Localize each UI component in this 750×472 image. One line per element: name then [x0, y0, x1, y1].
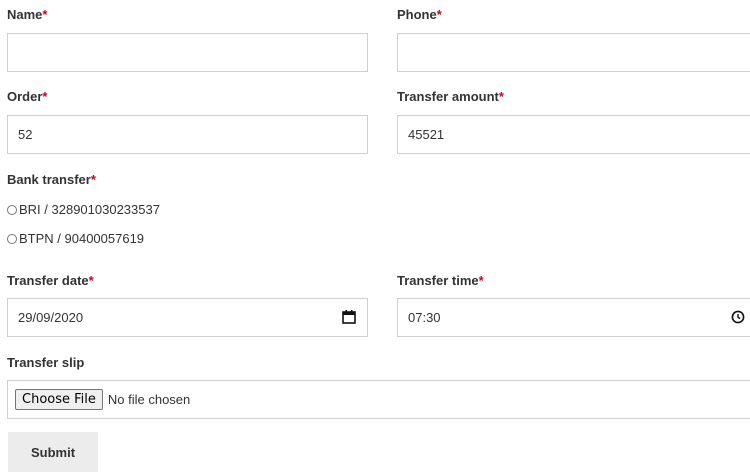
bank-option-bri[interactable]: BRI / 328901030233537: [7, 202, 160, 217]
order-label: Order*: [7, 89, 47, 104]
transfer-slip-label: Transfer slip: [7, 355, 84, 370]
submit-button[interactable]: Submit: [8, 432, 98, 472]
transfer-date-label-text: Transfer date: [7, 273, 89, 288]
required-marker: *: [436, 7, 442, 22]
file-status-text: No file chosen: [107, 392, 191, 407]
transfer-date-label: Transfer date*: [7, 273, 94, 288]
bank-option-btpn[interactable]: BTPN / 90400057619: [7, 231, 144, 246]
transfer-date-input[interactable]: 29/09/2020: [7, 298, 368, 337]
required-marker: *: [42, 7, 48, 22]
bank-transfer-label-text: Bank transfer: [7, 172, 91, 187]
order-label-text: Order: [7, 89, 43, 104]
bank-transfer-label: Bank transfer*: [7, 172, 96, 187]
phone-label: Phone*: [397, 7, 442, 22]
transfer-time-label-text: Transfer time: [397, 273, 479, 288]
required-marker: *: [88, 273, 94, 288]
transfer-time-label: Transfer time*: [397, 273, 484, 288]
radio-button[interactable]: [7, 233, 17, 244]
transfer-date-value: 29/09/2020: [18, 310, 84, 325]
transfer-slip-file-input[interactable]: Choose File No file chosen: [7, 380, 750, 419]
choose-file-button[interactable]: Choose File: [15, 389, 103, 410]
order-input[interactable]: 52: [7, 115, 368, 154]
calendar-icon[interactable]: [341, 309, 357, 325]
name-label: Name*: [7, 7, 47, 22]
transfer-slip-label-text: Transfer slip: [7, 355, 85, 370]
transfer-amount-input[interactable]: 45521: [397, 115, 750, 154]
transfer-amount-input-value: 45521: [408, 127, 445, 142]
phone-label-text: Phone: [397, 7, 437, 22]
required-marker: *: [90, 172, 96, 187]
transfer-time-input[interactable]: 07:30: [397, 298, 750, 337]
required-marker: *: [42, 89, 48, 104]
transfer-amount-label: Transfer amount*: [397, 89, 504, 104]
clock-icon[interactable]: [730, 309, 746, 325]
phone-input[interactable]: [397, 33, 750, 72]
order-input-value: 52: [18, 127, 33, 142]
name-input[interactable]: [7, 33, 368, 72]
radio-button[interactable]: [7, 204, 17, 215]
name-label-text: Name: [7, 7, 43, 22]
bank-option-label: BRI / 328901030233537: [19, 202, 160, 217]
transfer-amount-label-text: Transfer amount: [397, 89, 499, 104]
transfer-time-value: 07:30: [408, 310, 441, 325]
bank-option-label: BTPN / 90400057619: [19, 231, 145, 246]
required-marker: *: [498, 89, 504, 104]
required-marker: *: [478, 273, 484, 288]
